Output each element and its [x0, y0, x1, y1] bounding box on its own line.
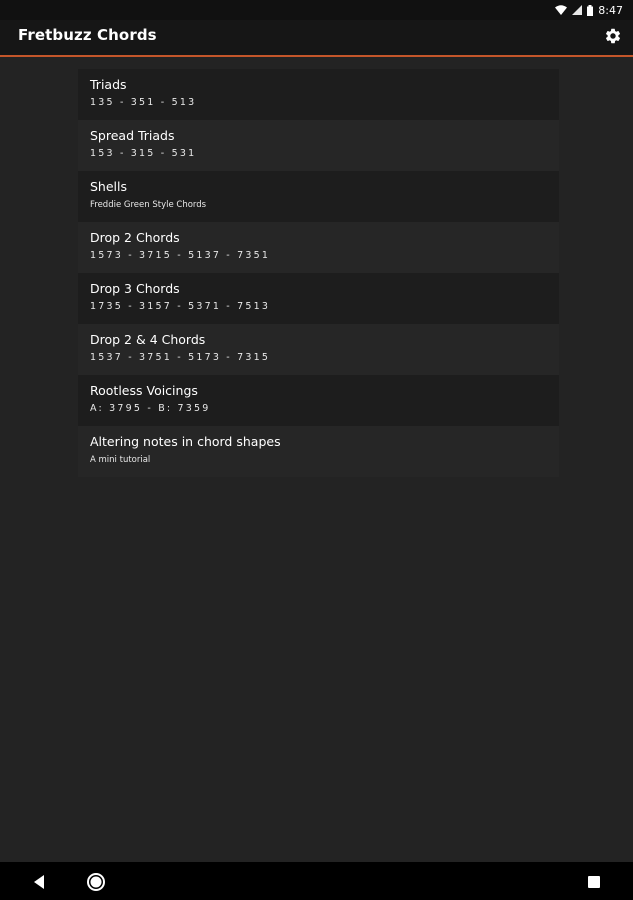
list-item-drop-3-chords[interactable]: Drop 3 Chords 1735 - 3157 - 5371 - 7513: [78, 273, 559, 324]
item-subtitle: 153 - 315 - 531: [90, 148, 197, 159]
list-item-drop-2-chords[interactable]: Drop 2 Chords 1573 - 3715 - 5137 - 7351: [78, 222, 559, 273]
list-item-altering-notes[interactable]: Altering notes in chord shapes A mini tu…: [78, 426, 559, 477]
chord-type-list: Triads 135 - 351 - 513 Spread Triads 153…: [78, 69, 559, 477]
item-subtitle: 1735 - 3157 - 5371 - 7513: [90, 301, 271, 312]
item-subtitle: A: 3795 - B: 7359: [90, 403, 211, 414]
list-item-rootless-voicings[interactable]: Rootless Voicings A: 3795 - B: 7359: [78, 375, 559, 426]
list-item-shells[interactable]: Shells Freddie Green Style Chords: [78, 171, 559, 222]
item-title: Drop 2 Chords: [90, 230, 180, 245]
list-item-drop-2-4-chords[interactable]: Drop 2 & 4 Chords 1537 - 3751 - 5173 - 7…: [78, 324, 559, 375]
item-subtitle: 135 - 351 - 513: [90, 97, 197, 108]
item-title: Altering notes in chord shapes: [90, 434, 281, 449]
home-button[interactable]: [86, 872, 106, 892]
item-title: Rootless Voicings: [90, 383, 198, 398]
item-subtitle: 1537 - 3751 - 5173 - 7315: [90, 352, 271, 363]
item-subtitle: A mini tutorial: [90, 455, 151, 465]
recents-button[interactable]: [587, 874, 601, 888]
item-title: Shells: [90, 179, 128, 194]
app-bar-divider: [0, 55, 633, 57]
home-icon: [86, 873, 106, 896]
item-title: Spread Triads: [90, 128, 175, 143]
list-item-triads[interactable]: Triads 135 - 351 - 513: [78, 69, 559, 120]
list-item-spread-triads[interactable]: Spread Triads 153 - 315 - 531: [78, 120, 559, 171]
recents-icon: [587, 874, 601, 893]
item-subtitle: 1573 - 3715 - 5137 - 7351: [90, 250, 271, 261]
back-button[interactable]: [32, 874, 48, 890]
navigation-bar: [0, 862, 633, 900]
battery-icon: [587, 4, 594, 16]
signal-icon: [572, 5, 583, 15]
status-time: 8:47: [598, 3, 623, 17]
wifi-icon: [555, 5, 568, 15]
item-title: Triads: [90, 77, 127, 92]
item-title: Drop 2 & 4 Chords: [90, 332, 206, 347]
gear-icon: [604, 27, 622, 49]
item-subtitle: Freddie Green Style Chords: [90, 200, 207, 210]
settings-button[interactable]: [601, 26, 625, 50]
app-title: Fretbuzz Chords: [18, 26, 157, 44]
app-bar: Fretbuzz Chords: [0, 20, 633, 55]
item-title: Drop 3 Chords: [90, 281, 180, 296]
back-icon: [32, 875, 48, 894]
status-bar: 8:47: [0, 0, 633, 20]
